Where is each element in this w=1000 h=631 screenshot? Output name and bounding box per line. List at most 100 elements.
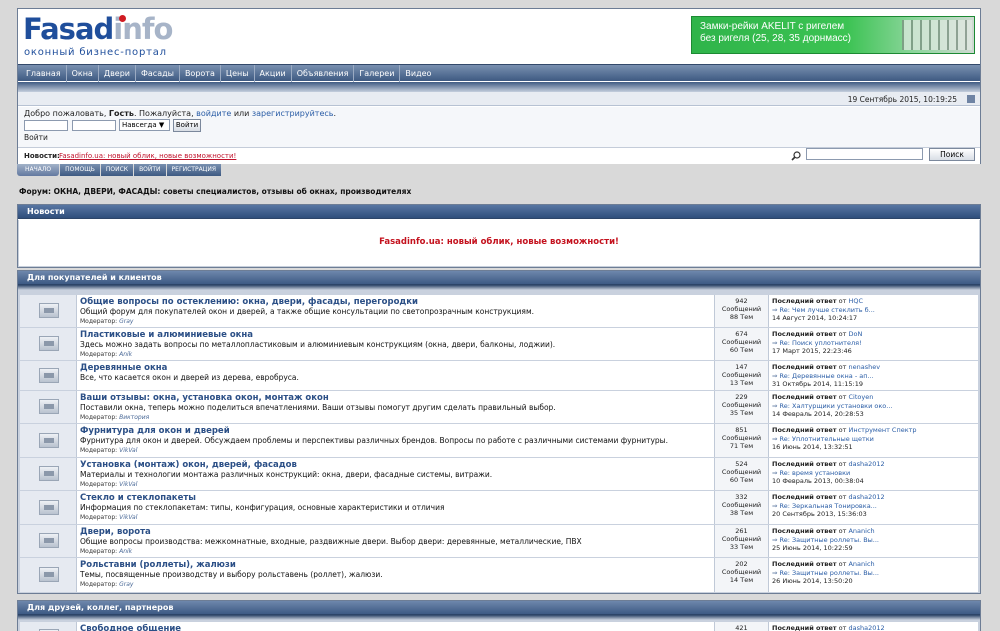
last-post-author[interactable]: HQC bbox=[848, 297, 863, 305]
moderator-name[interactable]: VikVal bbox=[119, 481, 137, 488]
session-length-select[interactable]: Навсегда ▼ bbox=[119, 119, 170, 131]
forum-folder-icon[interactable] bbox=[39, 336, 59, 351]
last-post-author[interactable]: dasha2012 bbox=[848, 624, 884, 631]
moderator-name[interactable]: Anik bbox=[119, 548, 132, 555]
last-post-topic[interactable]: Уплотнительные щетки bbox=[792, 435, 874, 443]
forum-folder-icon[interactable] bbox=[39, 533, 59, 548]
last-post-topic[interactable]: Поиск уплотнителя! bbox=[792, 339, 862, 347]
forum-title-link[interactable]: Установка (монтаж) окон, дверей, фасадов bbox=[80, 460, 710, 470]
last-post-arrow-icon[interactable]: ⇒ bbox=[772, 402, 780, 410]
reply-prefix[interactable]: Re: bbox=[780, 402, 790, 410]
nav-item-prices[interactable]: Цены bbox=[221, 65, 255, 82]
last-post-topic[interactable]: Зеркальная Тонировка... bbox=[792, 502, 877, 510]
news-box-header: Новости bbox=[18, 205, 980, 219]
forum-title-link[interactable]: Свободное общение bbox=[80, 624, 710, 631]
forum-folder-icon[interactable] bbox=[39, 432, 59, 448]
collapse-icon[interactable] bbox=[967, 95, 975, 103]
last-post-topic[interactable]: Защитные роллеты. Вы... bbox=[792, 536, 879, 544]
register-link[interactable]: зарегистрируйтесь bbox=[252, 109, 334, 118]
tab-login[interactable]: ВОЙТИ bbox=[134, 164, 166, 176]
forum-moderator: Модератор: Anik bbox=[80, 547, 710, 556]
reply-prefix[interactable]: Re: bbox=[780, 536, 790, 544]
last-post-topic[interactable]: Халтурщики установки око... bbox=[792, 402, 892, 410]
password-input[interactable] bbox=[72, 120, 116, 131]
last-post: Последний ответ от dasha2012⇒ Re: Куда р… bbox=[772, 624, 976, 631]
forum-folder-icon[interactable] bbox=[39, 399, 59, 414]
tab-home[interactable]: НАЧАЛО bbox=[17, 164, 60, 176]
moderator-name[interactable]: Gray bbox=[119, 318, 133, 325]
nav-item-ads[interactable]: Объявления bbox=[292, 65, 355, 82]
last-post-arrow-icon[interactable]: ⇒ bbox=[772, 339, 780, 347]
nav-item-promos[interactable]: Акции bbox=[255, 65, 292, 82]
forum-title-link[interactable]: Деревянные окна bbox=[80, 363, 710, 373]
last-post-date: 14 Август 2014, 10:24:17 bbox=[772, 314, 858, 322]
site-logo[interactable]: Fasadinfo bbox=[23, 12, 173, 46]
forum-folder-icon[interactable] bbox=[39, 367, 59, 383]
news-message[interactable]: Fasadinfo.ua: новый облик, новые возможн… bbox=[18, 237, 980, 247]
nav-item-galleries[interactable]: Галереи bbox=[354, 65, 401, 82]
last-post-author[interactable]: Ananich bbox=[848, 560, 874, 568]
last-post-author[interactable]: Ananich bbox=[848, 527, 874, 535]
last-post-arrow-icon[interactable]: ⇒ bbox=[772, 569, 780, 577]
moderator-name[interactable]: VikVal bbox=[119, 514, 137, 521]
forum-folder-icon[interactable] bbox=[39, 499, 59, 515]
forum-title-link[interactable]: Фурнитура для окон и дверей bbox=[80, 426, 710, 436]
forum-folder-icon[interactable] bbox=[39, 303, 59, 318]
last-post-arrow-icon[interactable]: ⇒ bbox=[772, 306, 780, 314]
last-post-date: 14 Февраль 2014, 20:28:53 bbox=[772, 410, 864, 418]
tab-register[interactable]: РЕГИСТРАЦИЯ bbox=[166, 164, 221, 176]
last-post-topic[interactable]: Чем лучше стеклить б... bbox=[792, 306, 875, 314]
moderator-name[interactable]: Anik bbox=[119, 351, 132, 358]
last-post-topic[interactable]: Защитные роллеты. Вы... bbox=[792, 569, 879, 577]
moderator-name[interactable]: Gray bbox=[119, 581, 133, 588]
nav-item-windows[interactable]: Окна bbox=[67, 65, 99, 82]
forum-title-link[interactable]: Рольставни (роллеты), жалюзи bbox=[80, 560, 710, 570]
last-post-author[interactable]: Citoyen bbox=[848, 393, 873, 401]
tab-search[interactable]: ПОИСК bbox=[100, 164, 134, 176]
reply-prefix[interactable]: Re: bbox=[780, 502, 790, 510]
last-post-topic[interactable]: Деревянные окна - ап... bbox=[792, 372, 874, 380]
login-link[interactable]: войдите bbox=[196, 109, 231, 118]
section-header[interactable]: Для покупателей и клиентов bbox=[18, 271, 980, 285]
moderator-name[interactable]: VikVal bbox=[119, 447, 137, 454]
reply-prefix[interactable]: Re: bbox=[780, 435, 790, 443]
news-link[interactable]: Fasadinfo.ua: новый облик, новые возможн… bbox=[59, 152, 236, 160]
last-post-author[interactable]: DoN bbox=[848, 330, 862, 338]
section-header[interactable]: Для друзей, коллег, партнеров bbox=[18, 601, 980, 615]
tab-help[interactable]: ПОМОЩЬ bbox=[60, 164, 100, 176]
last-post-author[interactable]: Инструмент Спектр bbox=[848, 426, 916, 434]
reply-prefix[interactable]: Re: bbox=[780, 569, 790, 577]
forum-title-link[interactable]: Двери, ворота bbox=[80, 527, 710, 537]
forum-folder-icon[interactable] bbox=[39, 466, 59, 481]
last-post-author[interactable]: dasha2012 bbox=[848, 493, 884, 501]
last-post-arrow-icon[interactable]: ⇒ bbox=[772, 435, 780, 443]
last-post-arrow-icon[interactable]: ⇒ bbox=[772, 502, 780, 510]
moderator-name[interactable]: Виктория bbox=[119, 414, 149, 421]
username-input[interactable] bbox=[24, 120, 68, 131]
last-post-arrow-icon[interactable]: ⇒ bbox=[772, 372, 780, 380]
forum-title-link[interactable]: Ваши отзывы: окна, установка окон, монта… bbox=[80, 393, 710, 403]
nav-item-video[interactable]: Видео bbox=[400, 65, 436, 82]
last-post-arrow-icon[interactable]: ⇒ bbox=[772, 536, 780, 544]
forum-title-link[interactable]: Общие вопросы по остеклению: окна, двери… bbox=[80, 297, 710, 307]
last-post-author[interactable]: dasha2012 bbox=[848, 460, 884, 468]
login-submit-button[interactable]: Войти bbox=[173, 119, 201, 132]
search-input[interactable] bbox=[806, 148, 923, 160]
last-post-label: Последний ответ bbox=[772, 297, 837, 305]
search-button[interactable]: Поиск bbox=[929, 148, 975, 161]
nav-item-facades[interactable]: Фасады bbox=[136, 65, 180, 82]
reply-prefix[interactable]: Re: bbox=[780, 372, 790, 380]
forum-title-link[interactable]: Пластиковые и алюминиевые окна bbox=[80, 330, 710, 340]
reply-prefix[interactable]: Re: bbox=[780, 469, 790, 477]
nav-item-gates[interactable]: Ворота bbox=[180, 65, 221, 82]
ad-banner[interactable]: Замки-рейки AKELIT с ригелем без ригеля (… bbox=[691, 16, 975, 54]
forum-title-link[interactable]: Стекло и стеклопакеты bbox=[80, 493, 710, 503]
last-post-author[interactable]: nenashev bbox=[848, 363, 880, 371]
last-post-topic[interactable]: время установки bbox=[792, 469, 850, 477]
reply-prefix[interactable]: Re: bbox=[780, 306, 790, 314]
nav-item-home[interactable]: Главная bbox=[18, 65, 67, 82]
reply-prefix[interactable]: Re: bbox=[780, 339, 790, 347]
nav-item-doors[interactable]: Двери bbox=[99, 65, 136, 82]
last-post-arrow-icon[interactable]: ⇒ bbox=[772, 469, 780, 477]
forum-folder-icon[interactable] bbox=[39, 567, 59, 582]
